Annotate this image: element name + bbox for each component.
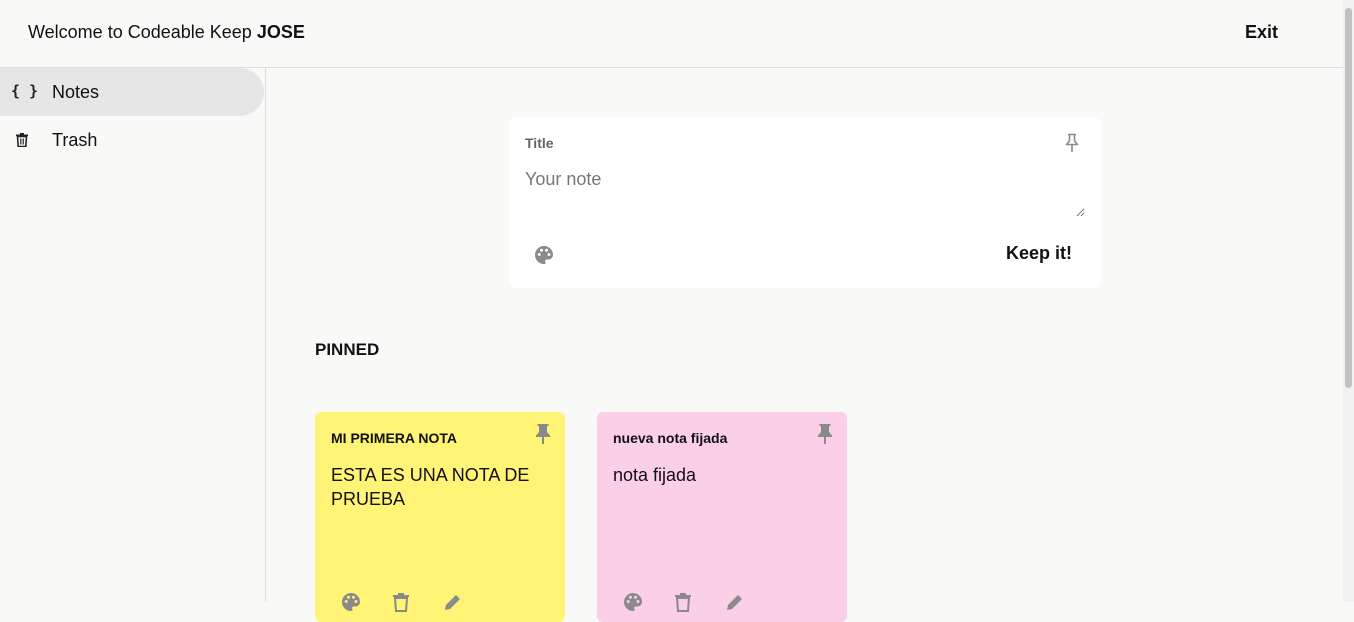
- pin-outline-icon[interactable]: [1063, 133, 1081, 153]
- note-composer: Keep it!: [509, 117, 1101, 288]
- note-card-body: nota fijada: [613, 465, 697, 485]
- note-card-actions: [341, 592, 491, 614]
- note-card-title: nueva nota fijada: [613, 430, 728, 446]
- sidebar-item-label: Trash: [52, 130, 98, 150]
- pin-filled-icon[interactable]: [534, 423, 552, 445]
- sidebar-item-trash[interactable]: Trash: [0, 116, 264, 164]
- code-braces-icon: { }: [11, 82, 39, 100]
- note-card-body: ESTA ES UNA NOTA DE PRUEBA: [331, 465, 530, 509]
- welcome-message: Welcome to Codeable Keep JOSE: [28, 22, 305, 43]
- trash-icon[interactable]: [673, 592, 693, 612]
- scrollbar-thumb[interactable]: [1345, 8, 1352, 388]
- title-input[interactable]: [525, 134, 1025, 152]
- note-card-title: MI PRIMERA NOTA: [331, 430, 457, 446]
- keep-it-button[interactable]: Keep it!: [1006, 243, 1072, 264]
- note-card[interactable]: MI PRIMERA NOTA ESTA ES UNA NOTA DE PRUE…: [315, 412, 565, 622]
- pin-filled-icon[interactable]: [816, 423, 834, 445]
- trash-icon[interactable]: [391, 592, 411, 612]
- note-card-actions: [623, 592, 773, 614]
- sidebar-item-label: Notes: [52, 82, 100, 102]
- palette-icon[interactable]: [341, 592, 361, 612]
- vertical-scrollbar[interactable]: [1343, 0, 1354, 602]
- palette-icon[interactable]: [623, 592, 643, 612]
- welcome-text: Welcome to Codeable Keep: [28, 22, 252, 42]
- app-header: Welcome to Codeable Keep JOSE Exit: [0, 0, 1343, 68]
- pinned-section-title: PINNED: [315, 340, 380, 359]
- edit-icon[interactable]: [725, 592, 745, 612]
- sidebar: { } Notes Trash: [0, 68, 266, 602]
- note-card[interactable]: nueva nota fijada nota fijada: [597, 412, 847, 622]
- note-textarea[interactable]: [525, 169, 1085, 217]
- trash-icon: [16, 133, 28, 147]
- exit-button[interactable]: Exit: [1245, 22, 1278, 43]
- username: JOSE: [256, 22, 305, 42]
- palette-icon[interactable]: [534, 245, 554, 265]
- sidebar-item-notes[interactable]: { } Notes: [0, 68, 264, 116]
- edit-icon[interactable]: [443, 592, 463, 612]
